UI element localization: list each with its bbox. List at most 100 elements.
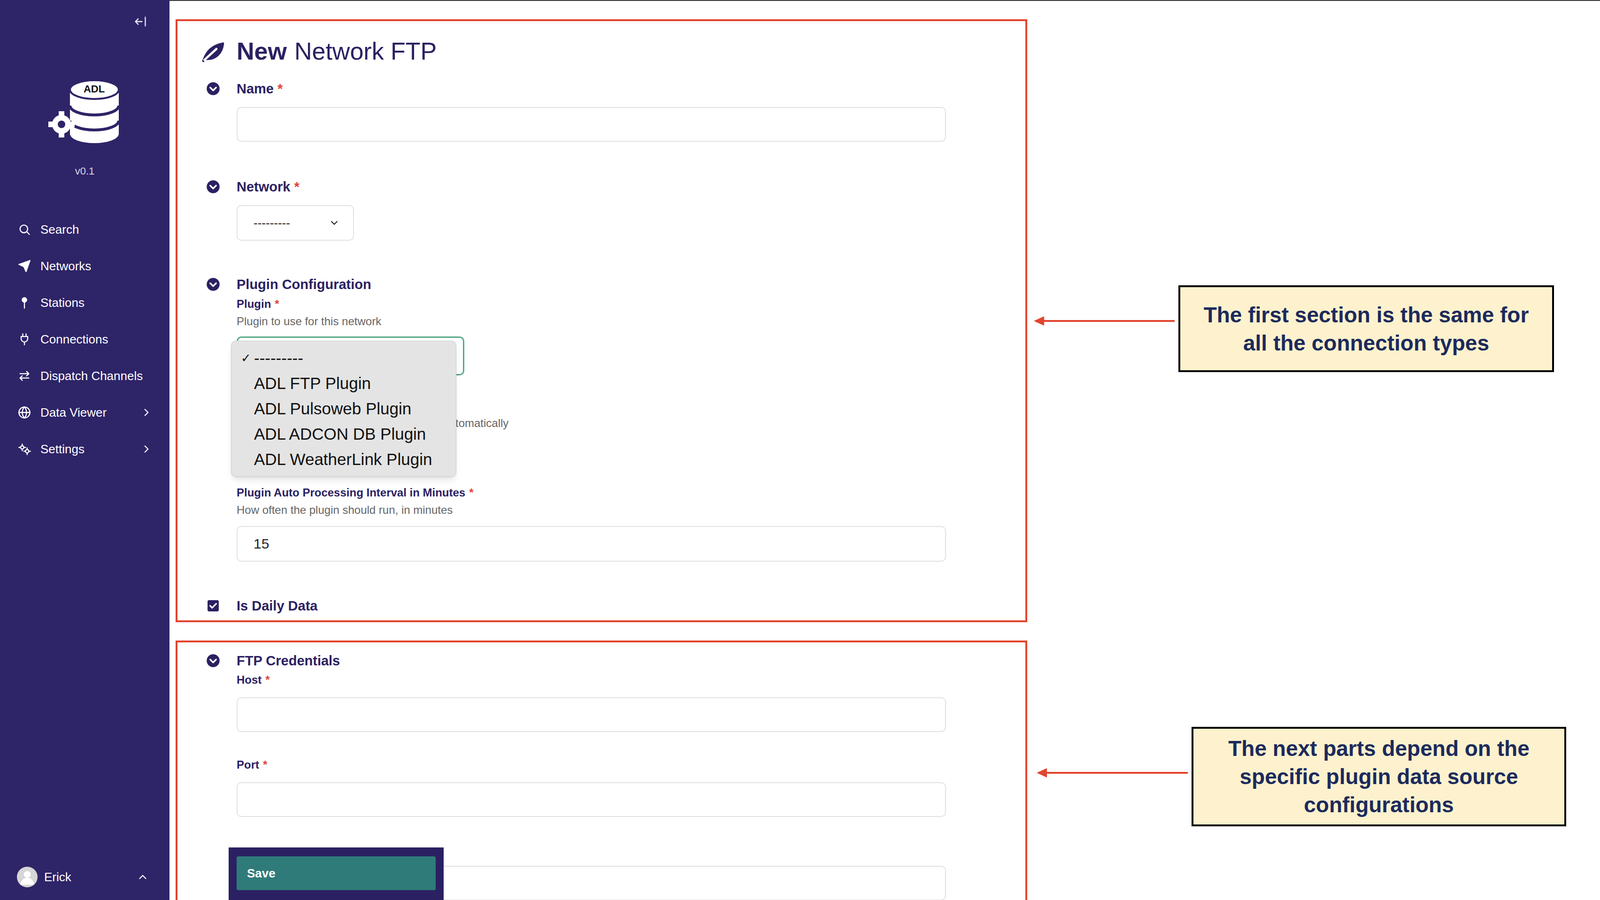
network-field: --------- [200,205,1026,241]
plugin-select[interactable]: ✓---------ADL FTP PluginADL Pulsoweb Plu… [236,336,465,376]
help-text: How often the plugin should run, in minu… [236,502,1026,518]
field-label-text: Network [236,179,291,195]
collapse-icon [133,15,147,29]
user-name: Erick [44,869,131,885]
field-label-row: Network* [200,178,1026,196]
icon-cell [200,81,227,96]
chevron-down-icon [328,217,340,229]
text-input[interactable] [236,697,947,733]
logo-text: ADL [75,83,114,96]
arrows-icon [17,369,31,383]
field-label-text: FTP Credentials [236,653,340,669]
dropdown-option[interactable]: ADL WeatherLink Plugin [231,446,456,473]
globe-icon [17,406,31,420]
leaf-icon [200,38,227,65]
sub-label-text: Port [236,757,260,773]
option-label: ADL FTP Plugin [253,373,371,394]
field-label: Plugin Configuration [236,276,372,293]
icon-cell [200,38,227,65]
field-label: Name* [236,80,283,98]
sub-label-text: Plugin Auto Processing Interval in Minut… [236,485,466,501]
plug-icon [17,332,31,347]
field-label-row: Is Daily Data [200,597,1026,615]
chevron-down-icon [328,217,340,229]
send-icon [17,259,31,273]
save-bar: Save [228,847,444,900]
pin-icon [17,296,31,310]
globe-icon [17,406,31,420]
field-label-text: Is Daily Data [236,598,318,614]
dropdown-option[interactable]: ADL Pulsoweb Plugin [231,396,456,422]
sidebar-item-label: Stations [40,295,153,311]
field-label-row: Name* [200,80,1026,98]
chevron-right-icon [140,443,153,456]
icon-cell [200,277,227,292]
field-label: FTP Credentials [236,652,340,670]
field-label: Is Daily Data [236,597,318,615]
logo: ADL [47,75,123,148]
save-button[interactable]: Save [236,856,436,891]
collapse-chevron-icon [206,653,221,669]
chevron-right-icon [140,406,153,419]
sub-label-text: Host [236,672,262,688]
annotation-text: The next parts depend on the specific pl… [1202,734,1555,820]
collapse-sidebar-button[interactable] [133,15,147,29]
search-icon [17,223,31,237]
check-mark: ✓ [240,347,254,369]
avatar-icon [16,867,38,888]
text-input[interactable] [236,782,947,818]
help-text: tomatically [455,416,509,430]
dropdown-option[interactable]: ADL ADCON DB Plugin [231,421,456,447]
checkbox-icon[interactable] [207,600,220,613]
text-input[interactable] [236,107,947,142]
collapse-chevron-icon [206,179,221,194]
red-arrow-icon [1032,314,1176,328]
user-menu[interactable]: Erick [0,867,170,888]
sidebar-item[interactable]: Connections [0,321,170,358]
chevron-right-icon [140,406,153,419]
dropdown-option[interactable]: ✓--------- [231,345,456,371]
sidebar-item[interactable]: Networks [0,247,170,285]
annotation-callout: The next parts depend on the specific pl… [1191,727,1567,827]
plugin-configuration: Plugin*Plugin to use for this network✓--… [200,296,1026,562]
version-label: v0.1 [0,164,170,179]
network-select[interactable]: --------- [236,205,354,241]
required-mark: * [265,672,270,688]
field-label-text: Name [236,81,274,97]
collapse-chevron-icon [206,277,221,292]
red-arrow-icon [1035,766,1189,780]
text-input[interactable] [236,526,947,562]
icon-cell [200,653,227,669]
option-label: ADL Pulsoweb Plugin [253,398,412,420]
page-title: NewNetwork FTP [200,36,1026,67]
sidebar-item[interactable]: Stations [0,284,170,322]
red-arrow-icon [1032,314,1176,328]
annotation-text: The first section is the same for all th… [1189,300,1543,358]
plug-icon [17,332,31,347]
collapse-chevron-icon [206,653,221,669]
option-label: ADL WeatherLink Plugin [253,449,432,470]
gears-icon [17,442,31,456]
icon-cell [200,600,227,613]
help-text: Plugin to use for this network [236,314,1026,330]
gears-icon [17,442,31,456]
sub-label-text: Plugin [236,296,271,312]
plugin-dropdown-menu: ✓---------ADL FTP Plugin ADL Pulsoweb Plu… [230,340,457,477]
chevron-up-icon [136,871,149,884]
collapse-chevron-icon [206,179,221,194]
sidebar-item[interactable]: Settings [0,430,170,468]
field-label-row: FTP Credentials [200,652,1026,670]
sub-label: Plugin Auto Processing Interval in Minut… [236,485,1026,501]
sidebar: ADL v0.1 SearchNetworks Stations Connections… [0,0,170,900]
name-field [200,107,1026,142]
title-text: Network FTP [294,36,437,67]
sidebar-nav: SearchNetworks Stations ConnectionsDispatc… [0,211,170,468]
avatar-icon [16,867,38,888]
dropdown-option[interactable]: ADL FTP Plugin [231,370,456,397]
sidebar-item[interactable]: Data Viewer [0,394,170,431]
sidebar-item[interactable]: Search [0,211,170,248]
annotation-callout: The first section is the same for all th… [1178,285,1554,373]
required-mark: * [293,179,300,195]
sidebar-item[interactable]: Dispatch Channels [0,357,170,395]
sidebar-item-label: Settings [40,441,131,457]
